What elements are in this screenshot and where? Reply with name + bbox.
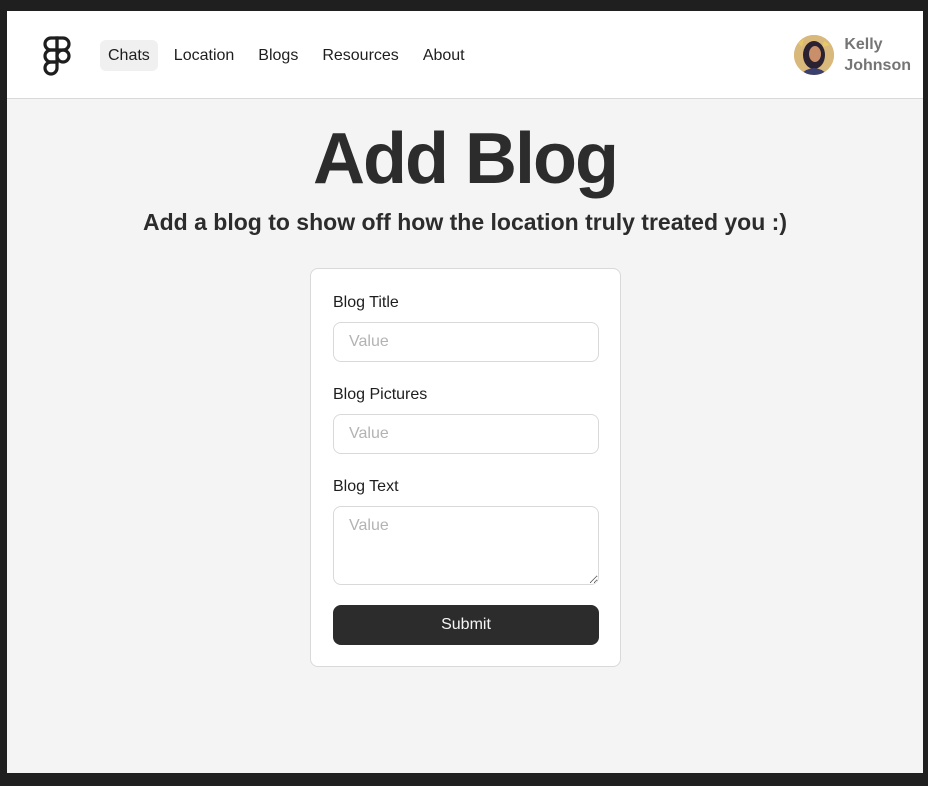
page-title: Add Blog (313, 119, 619, 199)
user-name: Kelly Johnson (844, 34, 911, 76)
avatar[interactable] (794, 35, 835, 75)
nav-item-blogs[interactable]: Blogs (250, 40, 306, 71)
blog-text-label: Blog Text (333, 478, 399, 495)
blog-pictures-label: Blog Pictures (333, 386, 428, 403)
blog-title-input[interactable] (333, 322, 599, 362)
add-blog-form: Blog Title Blog Pictures Blog Text Submi… (310, 268, 621, 667)
nav-item-about[interactable]: About (415, 40, 473, 71)
blog-title-field: Blog Title (333, 292, 599, 362)
nav-item-chats[interactable]: Chats (100, 40, 158, 71)
user-first-name: Kelly (844, 36, 883, 53)
nav-item-location[interactable]: Location (166, 40, 243, 71)
main-nav: Chats Location Blogs Resources About (100, 40, 473, 71)
user-last-name: Johnson (844, 57, 911, 74)
figma-logo-icon[interactable] (43, 36, 71, 76)
navigation-bar: Chats Location Blogs Resources About Kel… (7, 11, 923, 99)
blog-text-textarea[interactable] (333, 506, 599, 585)
blog-text-field: Blog Text (333, 476, 599, 590)
submit-button[interactable]: Submit (333, 605, 599, 645)
blog-pictures-field: Blog Pictures (333, 384, 599, 454)
page-subtitle: Add a blog to show off how the location … (143, 209, 787, 235)
app-frame: Chats Location Blogs Resources About Kel… (7, 11, 923, 773)
blog-pictures-input[interactable] (333, 414, 599, 454)
user-menu[interactable]: Kelly Johnson (794, 34, 911, 76)
nav-item-resources[interactable]: Resources (314, 40, 406, 71)
blog-title-label: Blog Title (333, 294, 399, 311)
